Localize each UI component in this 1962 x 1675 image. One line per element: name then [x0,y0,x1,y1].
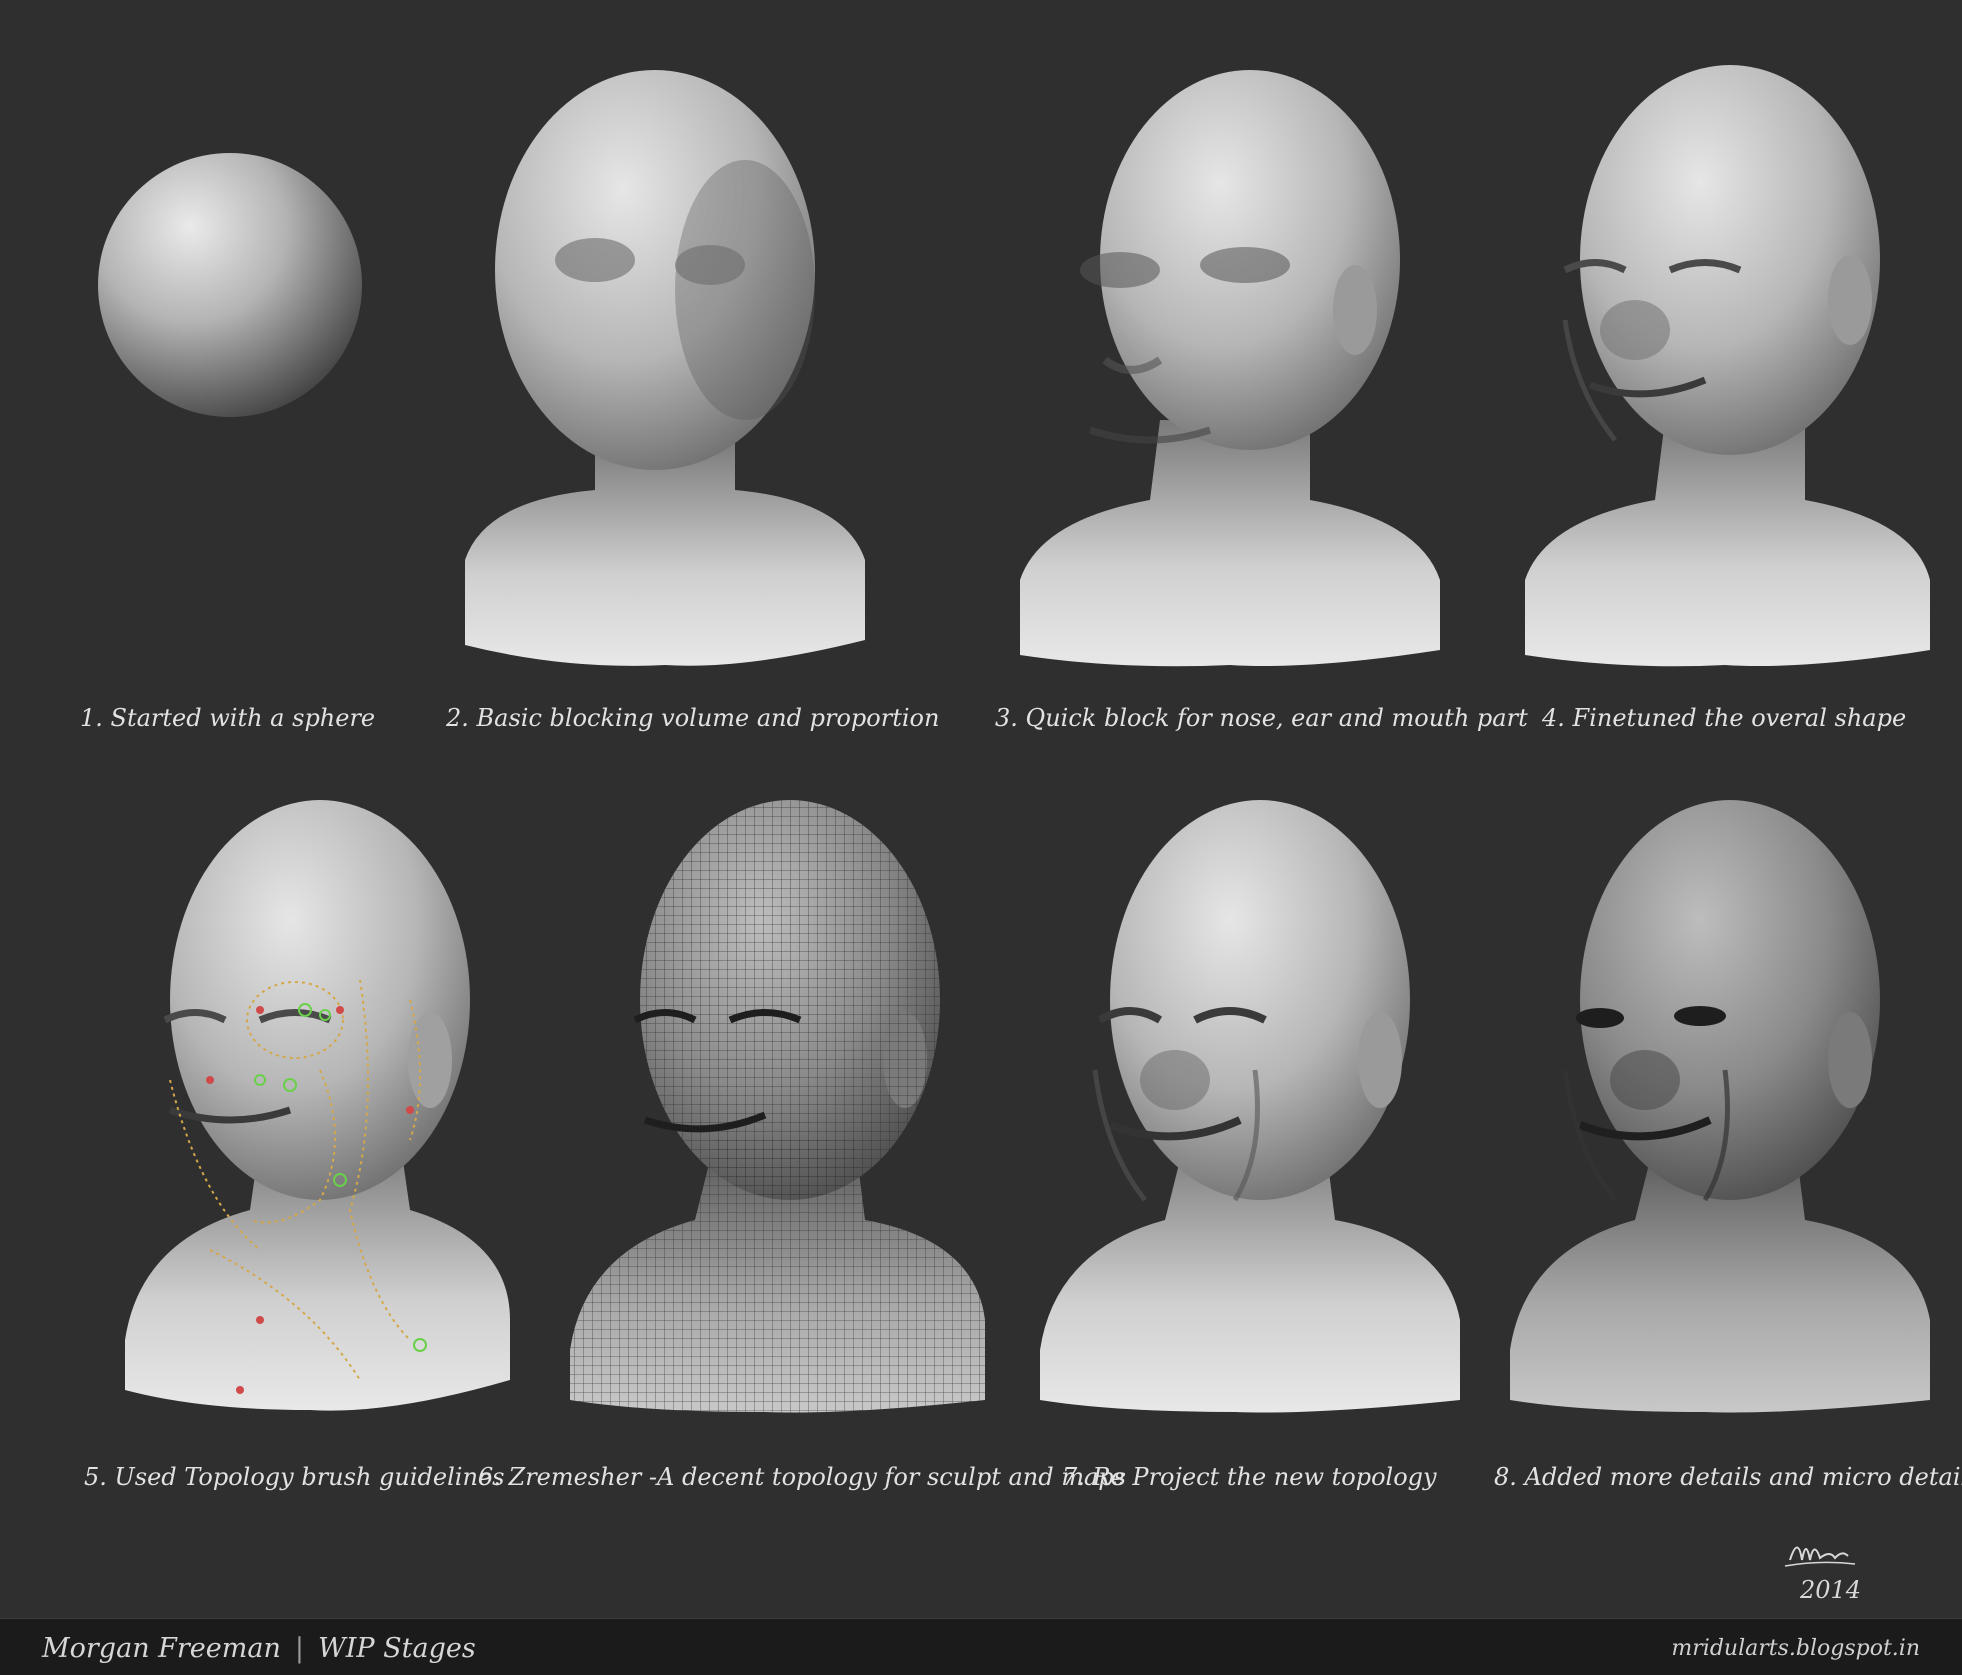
stage-6-caption: 6. Zremesher -A decent topology for scul… [478,1463,1126,1491]
stage-2-caption: 2. Basic blocking volume and proportion [446,704,940,732]
stage-1-caption: 1. Started with a sphere [80,704,376,732]
head-finetuned-render [1525,65,1930,667]
head-reproject-render [1040,800,1460,1413]
head-micro-details-render [1510,800,1930,1413]
head-quick-block-render [1020,70,1440,667]
stage-3 [985,60,1475,680]
footer-title-group: Morgan Freeman | WIP Stages [42,1633,476,1664]
artist-signature: 2014 [1784,1546,1861,1604]
stage-8-caption: 8. Added more details and micro details [1494,1463,1962,1491]
stage-5 [85,780,575,1420]
stage-4-caption: 4. Finetuned the overal shape [1542,704,1907,732]
stage-4 [1480,60,1962,680]
sphere-render [98,153,362,417]
stage-1 [0,60,490,500]
footer-title: Morgan Freeman [42,1633,281,1664]
footer-subtitle: WIP Stages [317,1633,476,1664]
stage-8 [1480,780,1962,1420]
footer-bar: Morgan Freeman | WIP Stages mridularts.blo… [0,1618,1962,1675]
stage-5-caption: 5. Used Topology brush guidelines [84,1463,505,1491]
head-block-render [465,70,865,666]
signature-year: 2014 [1799,1576,1861,1604]
head-topology-guides-render [125,800,510,1411]
footer-website: mridularts.blogspot.in [1671,1636,1920,1661]
head-zremesher-render [570,800,985,1413]
stage-2 [420,60,910,680]
footer-separator: | [294,1633,304,1664]
stage-7 [1010,780,1500,1420]
stage-7-caption: 7. Re Project the new topology [1062,1463,1437,1491]
stage-6 [540,780,1030,1420]
stage-3-caption: 3. Quick block for nose, ear and mouth p… [995,704,1528,732]
